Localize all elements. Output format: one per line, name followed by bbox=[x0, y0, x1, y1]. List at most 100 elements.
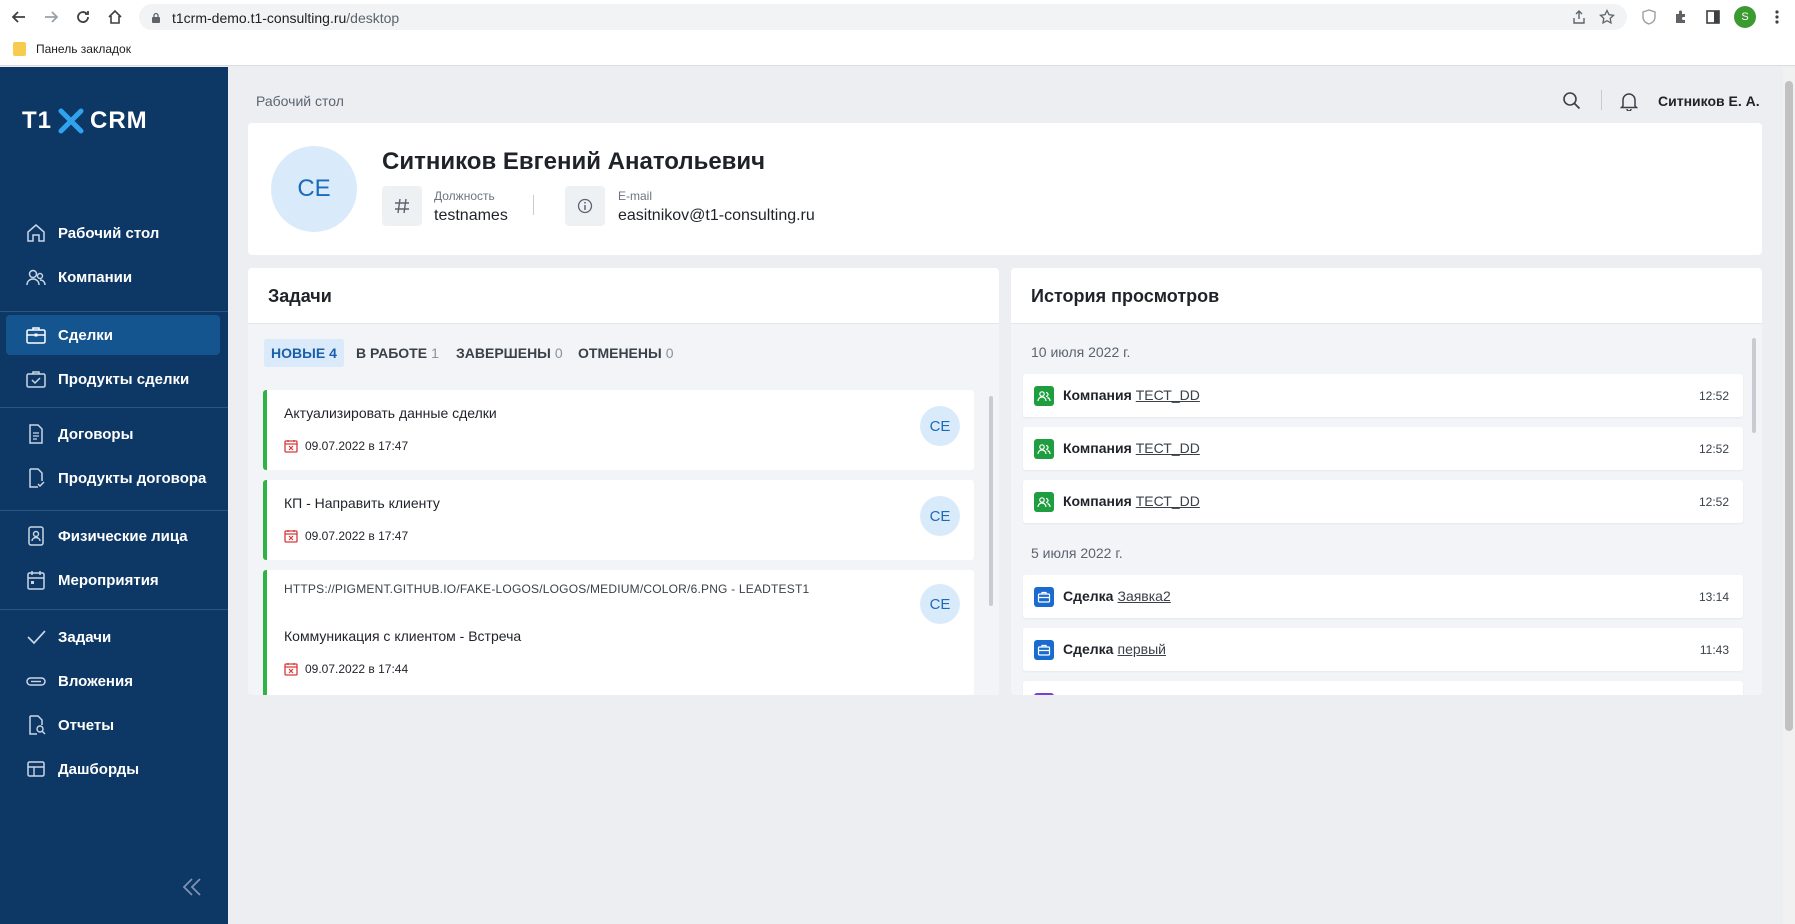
contact-icon bbox=[1034, 693, 1054, 695]
sidebar-item-reports[interactable]: Отчеты bbox=[6, 705, 220, 745]
forward-arrow-icon[interactable] bbox=[41, 7, 61, 27]
history-item[interactable]: Компания ТЕСТ_DD 12:52 bbox=[1023, 374, 1743, 417]
history-item-type: Компания bbox=[1063, 387, 1132, 403]
bell-icon[interactable] bbox=[1619, 91, 1639, 116]
sidebar-item-persons[interactable]: Физические лица bbox=[6, 516, 220, 556]
shield-extension-icon[interactable] bbox=[1640, 8, 1658, 26]
person-card-icon bbox=[24, 524, 48, 548]
task-related-link[interactable]: HTTPS://PIGMENT.GITHUB.IO/FAKE-LOGOS/LOG… bbox=[284, 582, 809, 596]
share-icon[interactable] bbox=[1571, 9, 1587, 30]
history-body: 10 июля 2022 г. Компания ТЕСТ_DD 12:52 Ко… bbox=[1011, 324, 1762, 695]
address-bar[interactable]: t1crm-demo.t1-consulting.ru/desktop bbox=[139, 4, 1627, 30]
history-item-label: Сделка первый bbox=[1063, 641, 1166, 657]
history-item-time: 12:52 bbox=[1698, 442, 1729, 456]
history-item-link[interactable]: ТЕСТ_DD bbox=[1136, 387, 1200, 403]
sidebar-item-deals[interactable]: Сделки bbox=[6, 315, 220, 355]
sidebar-item-contracts[interactable]: Договоры bbox=[6, 414, 220, 454]
tab-count: 4 bbox=[329, 345, 337, 361]
tasks-scrollbar[interactable] bbox=[989, 396, 993, 606]
tab-new[interactable]: НОВЫЕ 4 bbox=[264, 339, 344, 367]
page-scrollbar-thumb[interactable] bbox=[1785, 81, 1793, 731]
history-item[interactable] bbox=[1023, 681, 1743, 695]
bookmarks-folder-label[interactable]: Панель закладок bbox=[36, 42, 131, 56]
history-item[interactable]: Компания ТЕСТ_DD 12:52 bbox=[1023, 427, 1743, 470]
sidebar-item-companies[interactable]: Компании bbox=[6, 257, 220, 297]
sidebar-item-label: Отчеты bbox=[58, 716, 115, 734]
task-title: Коммуникация с клиентом - Встреча bbox=[284, 628, 522, 644]
email-label: E-mail bbox=[618, 189, 653, 203]
tab-in-progress[interactable]: В РАБОТЕ 1 bbox=[349, 339, 446, 367]
star-icon[interactable] bbox=[1599, 8, 1615, 30]
history-item-link[interactable]: первый bbox=[1117, 641, 1165, 657]
history-item-link[interactable]: Заявка2 bbox=[1117, 588, 1170, 604]
back-arrow-icon[interactable] bbox=[9, 7, 29, 27]
history-item-link[interactable]: ТЕСТ_DD bbox=[1136, 440, 1200, 456]
bookmarks-bar bbox=[0, 34, 1795, 66]
puzzle-extension-icon[interactable] bbox=[1672, 8, 1690, 26]
sidebar-item-deal-products[interactable]: Продукты сделки bbox=[6, 359, 220, 399]
folder-icon[interactable] bbox=[13, 42, 26, 56]
document-icon bbox=[24, 422, 48, 446]
sidebar-item-events[interactable]: Мероприятия bbox=[6, 560, 220, 600]
task-title: КП - Направить клиенту bbox=[284, 495, 440, 511]
sidebar-item-attachments[interactable]: Вложения bbox=[6, 661, 220, 701]
history-item[interactable]: Сделка Заявка2 13:14 bbox=[1023, 575, 1743, 618]
document-check-icon bbox=[24, 466, 48, 490]
sidebar-item-label: Продукты договора bbox=[58, 469, 207, 487]
avatar: СЕ bbox=[920, 584, 960, 624]
profile-card: СЕ Ситников Евгений Анатольевич Должност… bbox=[248, 123, 1762, 255]
browser-profile-avatar[interactable]: S bbox=[1734, 6, 1756, 28]
collapse-sidebar-icon[interactable] bbox=[180, 875, 204, 899]
history-item-label: Сделка Заявка2 bbox=[1063, 588, 1171, 604]
task-card[interactable]: Актуализировать данные сделки 09.07.2022… bbox=[263, 390, 974, 470]
position-value: testnames bbox=[434, 207, 508, 224]
history-date-heading: 10 июля 2022 г. bbox=[1031, 344, 1131, 360]
tab-completed[interactable]: ЗАВЕРШЕНЫ 0 bbox=[449, 339, 570, 367]
email-value[interactable]: easitnikov@t1-consulting.ru bbox=[618, 207, 815, 225]
task-card[interactable]: HTTPS://PIGMENT.GITHUB.IO/FAKE-LOGOS/LOG… bbox=[263, 570, 974, 695]
history-title: История просмотров bbox=[1031, 286, 1220, 306]
history-panel: История просмотров 10 июля 2022 г. Компа… bbox=[1011, 268, 1762, 695]
app-logo[interactable]: T1 CRM bbox=[22, 107, 148, 135]
history-item-time: 12:52 bbox=[1698, 495, 1729, 509]
side-panel-icon[interactable] bbox=[1704, 8, 1722, 26]
history-item-label: Компания ТЕСТ_DD bbox=[1063, 387, 1200, 403]
task-date: 09.07.2022 в 17:44 bbox=[284, 662, 408, 676]
reload-icon[interactable] bbox=[73, 7, 93, 27]
history-item-type: Сделка bbox=[1063, 588, 1114, 604]
sidebar-divider bbox=[0, 311, 228, 312]
home-icon bbox=[24, 221, 48, 245]
current-user-name[interactable]: Ситников Е. А. bbox=[1658, 93, 1760, 109]
sidebar-item-label: Сделки bbox=[58, 326, 113, 344]
url-host: t1crm-demo.t1-consulting.ru bbox=[172, 10, 347, 26]
sidebar-item-desktop[interactable]: Рабочий стол bbox=[6, 213, 220, 253]
calendar-overdue-icon bbox=[284, 440, 298, 453]
sidebar-item-label: Рабочий стол bbox=[58, 224, 160, 242]
history-item-label: Компания ТЕСТ_DD bbox=[1063, 493, 1200, 509]
paperclip-icon bbox=[24, 669, 48, 693]
calendar-overdue-icon bbox=[284, 663, 298, 676]
task-date: 09.07.2022 в 17:47 bbox=[284, 439, 408, 453]
sidebar-item-tasks[interactable]: Задачи bbox=[6, 617, 220, 657]
task-card[interactable]: КП - Направить клиенту 09.07.2022 в 17:4… bbox=[263, 480, 974, 560]
company-icon bbox=[1034, 386, 1054, 406]
more-menu-icon[interactable] bbox=[1768, 8, 1786, 26]
sidebar-item-dashboards[interactable]: Дашборды bbox=[6, 749, 220, 789]
search-icon[interactable] bbox=[1562, 91, 1582, 116]
sidebar-divider bbox=[0, 407, 228, 408]
history-item[interactable]: Компания ТЕСТ_DD 12:52 bbox=[1023, 480, 1743, 523]
sidebar-item-label: Дашборды bbox=[58, 760, 140, 778]
history-item-time: 11:43 bbox=[1699, 643, 1729, 657]
position-label: Должность bbox=[434, 189, 495, 203]
task-date: 09.07.2022 в 17:47 bbox=[284, 529, 408, 543]
tab-cancelled[interactable]: ОТМЕНЕНЫ 0 bbox=[571, 339, 681, 367]
breadcrumb[interactable]: Рабочий стол bbox=[256, 93, 344, 109]
sidebar-divider bbox=[0, 609, 228, 610]
page-scrollbar[interactable] bbox=[1783, 67, 1795, 924]
history-scrollbar[interactable] bbox=[1752, 338, 1756, 433]
info-icon bbox=[565, 186, 605, 226]
history-item[interactable]: Сделка первый 11:43 bbox=[1023, 628, 1743, 671]
sidebar-item-contract-products[interactable]: Продукты договора bbox=[6, 458, 220, 498]
history-item-link[interactable]: ТЕСТ_DD bbox=[1136, 493, 1200, 509]
home-browser-icon[interactable] bbox=[105, 7, 125, 27]
